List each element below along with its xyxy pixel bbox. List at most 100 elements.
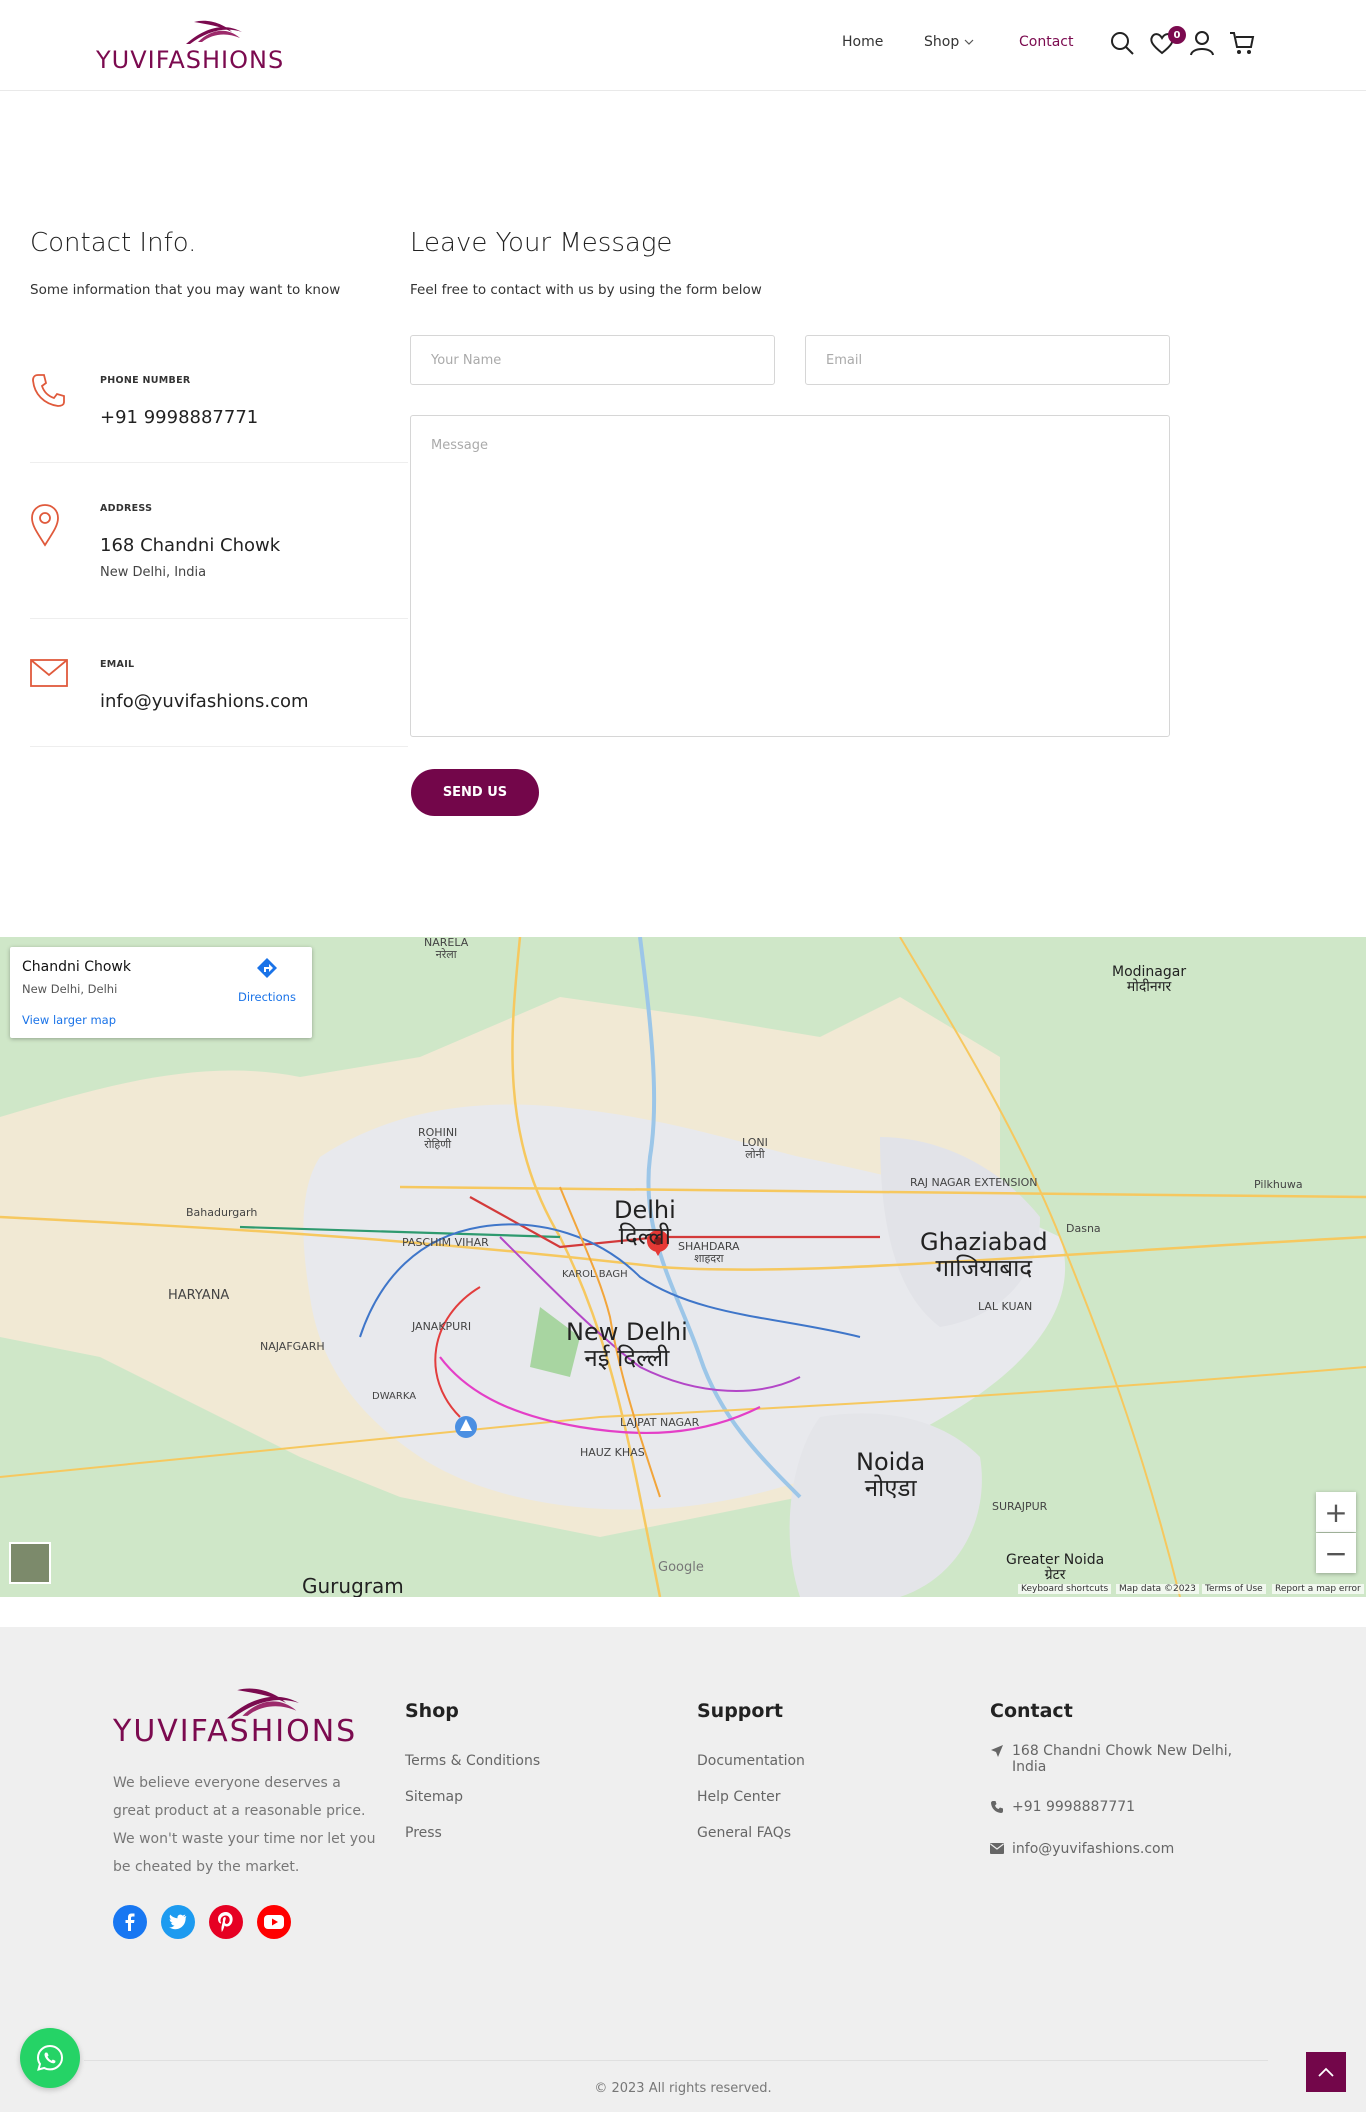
- phone-value[interactable]: +91 9998887771: [100, 407, 258, 428]
- envelope-small-icon: [990, 1843, 1004, 1854]
- pinterest-glyph-icon: [218, 1912, 233, 1932]
- email-value[interactable]: info@yuvifashions.com: [100, 691, 309, 712]
- chevron-up-icon: [1318, 2067, 1334, 2077]
- nav-home-label: Home: [842, 34, 884, 50]
- map-label-shahdara-en: SHAHDARA: [678, 1240, 740, 1253]
- report-map-error-link[interactable]: Report a map error: [1272, 1584, 1364, 1594]
- footer-contact-title: Contact: [990, 1700, 1073, 1722]
- footer-link-sitemap[interactable]: Sitemap: [405, 1789, 463, 1805]
- map-label-rohini: ROHINI रोहिणी: [418, 1126, 457, 1152]
- terms-of-use-link[interactable]: Terms of Use: [1202, 1584, 1266, 1594]
- nav-shop[interactable]: Shop: [924, 34, 974, 50]
- zoom-out-button[interactable]: −: [1316, 1533, 1356, 1573]
- youtube-glyph-icon: [264, 1915, 284, 1929]
- map-label-gurugram: Gurugram: [302, 1574, 404, 1597]
- email-info: EMAIL info@yuvifashions.com: [30, 619, 408, 747]
- email-input[interactable]: [805, 335, 1170, 385]
- map-label-greater-noida: Greater Noida ग्रेटर: [1006, 1552, 1105, 1584]
- map-data-text: Map data ©2023: [1116, 1584, 1199, 1594]
- map-label-noida-en: Noida: [856, 1448, 926, 1476]
- map-label-ghaziabad-en: Ghaziabad: [920, 1228, 1048, 1256]
- map-label-lajpat-nagar: LAJPAT NAGAR: [620, 1416, 700, 1429]
- map-label-loni-hi: लोनी: [745, 1148, 765, 1162]
- map-label-ghaziabad-hi: गाजियाबाद: [935, 1254, 1033, 1283]
- whatsapp-chat-button[interactable]: [20, 2028, 80, 2088]
- facebook-icon[interactable]: [113, 1905, 147, 1939]
- footer-divider: [84, 2060, 1268, 2061]
- map-label-rohini-hi: रोहिणी: [424, 1138, 452, 1152]
- nav-shop-label: Shop: [924, 34, 960, 50]
- form-subtitle: Feel free to contact with us by using th…: [410, 282, 762, 298]
- back-to-top-button[interactable]: [1306, 2052, 1346, 2092]
- location-arrow-icon: [991, 1745, 1003, 1757]
- nav-contact-label: Contact: [1019, 34, 1074, 50]
- site-footer: YUVIFASHIONS We believe everyone deserve…: [0, 1627, 1366, 2112]
- map-label-greater-noida-hi: ग्रेटर: [1044, 1567, 1066, 1584]
- user-icon[interactable]: [1188, 29, 1216, 57]
- message-textarea[interactable]: [410, 415, 1170, 737]
- whatsapp-icon: [36, 2044, 64, 2071]
- directions-icon[interactable]: [256, 957, 278, 979]
- footer-logo[interactable]: YUVIFASHIONS: [113, 1685, 378, 1749]
- map-place-card: Chandni Chowk New Delhi, Delhi View larg…: [10, 947, 312, 1038]
- map-label-dwarka: DWARKA: [372, 1391, 417, 1402]
- send-button[interactable]: SEND US: [411, 769, 539, 816]
- map-label-ghaziabad: Ghaziabad गाजियाबाद: [920, 1229, 1048, 1282]
- footer-shop-title: Shop: [405, 1700, 459, 1722]
- phone-icon: [32, 374, 65, 407]
- footer-link-documentation[interactable]: Documentation: [697, 1753, 805, 1769]
- brand-name: YUVIFASHIONS: [96, 46, 285, 74]
- map-label-noida-hi: नोएडा: [864, 1474, 917, 1503]
- map-label-shahdara: SHAHDARA शाहदरा: [678, 1240, 740, 1265]
- twitter-icon[interactable]: [161, 1905, 195, 1939]
- chevron-down-icon: [964, 39, 974, 45]
- footer-support-title: Support: [697, 1700, 783, 1722]
- address-label: ADDRESS: [100, 503, 153, 514]
- map-label-dasna: Dasna: [1066, 1222, 1101, 1235]
- map-label-loni-en: LONI: [742, 1136, 768, 1149]
- pinterest-icon[interactable]: [209, 1905, 243, 1939]
- directions-link[interactable]: Directions: [238, 990, 296, 1004]
- footer-contact-phone-text[interactable]: +91 9998887771: [990, 1799, 1235, 1815]
- footer-link-help-center[interactable]: Help Center: [697, 1789, 781, 1805]
- phone-label: PHONE NUMBER: [100, 375, 191, 386]
- footer-contact-address: 168 Chandni Chowk New Delhi, India: [990, 1743, 1235, 1775]
- address-value: 168 Chandni Chowk: [100, 535, 281, 556]
- map-label-modinagar: Modinagar मोदीनगर: [1112, 964, 1186, 996]
- youtube-icon[interactable]: [257, 1905, 291, 1939]
- site-header: YUVIFASHIONS Home Shop Contact 0: [0, 0, 1366, 91]
- nav-contact[interactable]: Contact: [1019, 34, 1073, 50]
- footer-contact-email-text[interactable]: info@yuvifashions.com: [990, 1841, 1235, 1857]
- map-label-raj-nagar: RAJ NAGAR EXTENSION: [910, 1176, 1038, 1189]
- cart-icon[interactable]: [1228, 29, 1256, 57]
- footer-link-faqs[interactable]: General FAQs: [697, 1825, 791, 1841]
- footer-link-terms[interactable]: Terms & Conditions: [405, 1753, 540, 1769]
- map-label-delhi-hi: दिल्ली: [618, 1222, 672, 1251]
- map-label-new-delhi: New Delhi नई दिल्ली: [566, 1319, 688, 1372]
- map-label-lal-kuan: LAL KUAN: [978, 1300, 1033, 1313]
- google-map[interactable]: Delhi दिल्ली New Delhi नई दिल्ली Ghaziabad…: [0, 937, 1366, 1597]
- address-extra: New Delhi, India: [100, 565, 207, 580]
- footer-contact-email: info@yuvifashions.com: [990, 1841, 1235, 1857]
- map-label-narela-hi: नरेला: [435, 948, 457, 962]
- form-title: Leave Your Message: [410, 228, 673, 258]
- view-larger-map-link[interactable]: View larger map: [22, 1013, 116, 1027]
- email-label: EMAIL: [100, 659, 135, 670]
- search-icon[interactable]: [1108, 29, 1136, 57]
- name-input[interactable]: [410, 335, 775, 385]
- map-label-greater-noida-en: Greater Noida: [1006, 1552, 1105, 1568]
- map-label-haryana: HARYANA: [168, 1288, 230, 1303]
- map-label-delhi-en: Delhi: [614, 1196, 676, 1224]
- map-label-karol-bagh: KAROL BAGH: [562, 1269, 628, 1280]
- map-label-new-delhi-en: New Delhi: [566, 1318, 688, 1346]
- footer-contact-phone: +91 9998887771: [990, 1799, 1235, 1815]
- keyboard-shortcuts-link[interactable]: Keyboard shortcuts: [1018, 1584, 1112, 1594]
- envelope-icon: [30, 659, 68, 687]
- map-label-najafgarh: NAJAFGARH: [260, 1340, 325, 1353]
- nav-home[interactable]: Home: [842, 34, 883, 50]
- zoom-in-button[interactable]: +: [1316, 1492, 1356, 1532]
- brand-logo[interactable]: YUVIFASHIONS: [96, 18, 301, 74]
- footer-link-press[interactable]: Press: [405, 1825, 442, 1841]
- map-label-loni: LONI लोनी: [742, 1136, 768, 1162]
- map-label-noida: Noida नोएडा: [856, 1449, 925, 1502]
